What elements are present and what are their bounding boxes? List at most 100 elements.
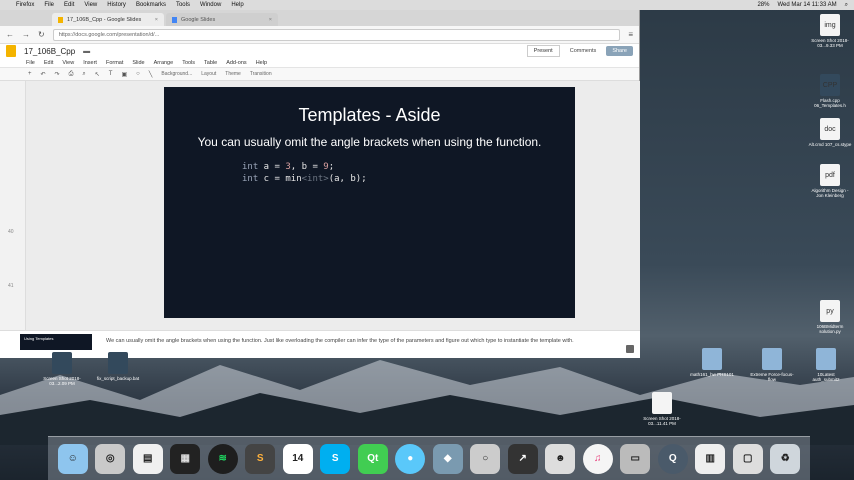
clock[interactable]: Wed Mar 14 11:33 AM (777, 2, 836, 9)
slide-title[interactable]: Templates - Aside (164, 105, 575, 126)
slide-subtitle[interactable]: You can usually omit the angle brackets … (164, 135, 575, 149)
dock-trash-icon[interactable]: ♻ (770, 443, 801, 474)
desktop-icon[interactable]: CPP Flash.cpp 06_Templates.h (808, 74, 852, 108)
desktop-icon[interactable]: doc Alt.cmd 107_cs.stype (808, 118, 852, 147)
share-button[interactable]: Share (606, 46, 633, 56)
dock-calendar-icon[interactable]: 14 (282, 443, 313, 474)
menu-history[interactable]: History (107, 2, 126, 8)
menu-file[interactable]: File (44, 2, 54, 8)
doc-menu-tools[interactable]: Tools (182, 60, 195, 66)
dock-app-icon[interactable]: ↗ (507, 443, 538, 474)
code-block[interactable]: int a = 3, b = 9; int c = min<int>(a, b)… (242, 161, 367, 185)
line-icon[interactable]: ╲ (149, 71, 153, 78)
doc-menu-insert[interactable]: Insert (83, 60, 97, 66)
shape-icon[interactable]: ○ (136, 71, 140, 77)
notes-text[interactable]: We can usually omit the angle brackets w… (106, 337, 606, 345)
desktop-icon[interactable]: Extreme Force-focus-flow (750, 348, 794, 382)
desktop-icon[interactable]: pdf Algorithm Design - Jon Kleinberg (808, 164, 852, 198)
forward-icon[interactable]: → (22, 30, 30, 39)
folder-icon[interactable]: ▬ (83, 48, 90, 55)
add-slide-icon[interactable]: + (28, 71, 32, 77)
dock-terminal-icon[interactable]: ▦ (170, 443, 201, 474)
slide-canvas[interactable]: Templates - Aside You can usually omit t… (164, 87, 575, 318)
doc-menu-help[interactable]: Help (256, 60, 267, 66)
desktop-icon[interactable]: Screen Shot 2018-03...2.09 PM (40, 352, 84, 386)
desktop-icon[interactable]: math161_hw PHS101 (690, 348, 734, 377)
dock-qt-icon[interactable]: Qt (357, 443, 388, 474)
dock-finder-icon[interactable]: ☺ (57, 443, 88, 474)
doc-menu-arrange[interactable]: Arrange (154, 60, 174, 66)
desktop-icon[interactable]: fix_script_backup.bat (96, 352, 140, 381)
menu-tools[interactable]: Tools (176, 2, 190, 8)
doc-menu-table[interactable]: Table (204, 60, 217, 66)
search-icon[interactable]: ⌕ (845, 2, 848, 9)
select-icon[interactable]: ↖ (95, 71, 100, 78)
document-icon: doc (820, 118, 840, 140)
dock-app-icon[interactable]: ☻ (545, 443, 576, 474)
doc-title[interactable]: 17_106B_Cpp (24, 47, 75, 56)
undo-icon[interactable]: ↶ (41, 71, 46, 78)
doc-menu-format[interactable]: Format (106, 60, 123, 66)
comments-button[interactable]: Comments (566, 46, 601, 56)
reload-icon[interactable]: ↻ (38, 30, 45, 39)
dock-messages-icon[interactable]: ● (395, 443, 426, 474)
folder-icon (762, 348, 782, 370)
image-file-icon (52, 352, 72, 374)
menu-window[interactable]: Window (200, 2, 221, 8)
explore-icon[interactable] (626, 345, 634, 353)
transition-button[interactable]: Transition (250, 71, 272, 77)
code-text: c = min (258, 174, 302, 184)
desktop-icon[interactable]: img Screen Shot 2018-03...9.33 PM (808, 14, 852, 48)
doc-menu-view[interactable]: View (62, 60, 74, 66)
doc-menu-addons[interactable]: Add-ons (226, 60, 247, 66)
close-tab-icon[interactable]: × (155, 17, 158, 23)
menu-icon[interactable]: ≡ (628, 30, 633, 39)
doc-menu-file[interactable]: File (26, 60, 35, 66)
menu-help[interactable]: Help (231, 2, 243, 8)
menu-firefox[interactable]: Firefox (16, 2, 34, 8)
doc-menu-edit[interactable]: Edit (44, 60, 53, 66)
cpp-file-icon: CPP (820, 74, 840, 96)
dock-notes-icon[interactable]: ▤ (132, 443, 163, 474)
menu-edit[interactable]: Edit (64, 2, 74, 8)
code-text: (a, b); (328, 174, 367, 184)
menu-bookmarks[interactable]: Bookmarks (136, 2, 166, 8)
doc-menu-slide[interactable]: Slide (132, 60, 144, 66)
dock-app-icon[interactable]: ▭ (620, 443, 651, 474)
dock-itunes-icon[interactable]: ♫ (582, 443, 613, 474)
notes-slide-thumbnail[interactable]: Using Templates (20, 334, 92, 350)
slides-favicon-icon (58, 16, 63, 23)
textbox-icon[interactable]: T (109, 71, 113, 77)
menu-view[interactable]: View (84, 2, 97, 8)
print-icon[interactable]: ⎙ (69, 71, 74, 78)
back-icon[interactable]: ← (6, 30, 14, 39)
desktop-icon[interactable]: 10Latest auth_submit2 (804, 348, 848, 382)
url-input[interactable]: https://docs.google.com/presentation/d/.… (52, 28, 621, 41)
tab-second[interactable]: Google Slides × (166, 13, 278, 26)
image-icon[interactable]: ▣ (121, 71, 127, 78)
desktop-icon[interactable]: py 106BMidterm solution.py (808, 300, 852, 334)
redo-icon[interactable]: ↷ (55, 71, 60, 78)
dock-sublime-icon[interactable]: S (245, 443, 276, 474)
slides-logo-icon[interactable] (6, 45, 16, 57)
dock-spotify-icon[interactable]: ≋ (207, 443, 238, 474)
dock-app-icon[interactable]: ○ (470, 443, 501, 474)
dock-quicktime-icon[interactable]: Q (657, 443, 688, 474)
layout-button[interactable]: Layout (201, 71, 216, 77)
tab-slides[interactable]: 17_106B_Cpp - Google Slides × (52, 13, 164, 26)
present-button[interactable]: Present (526, 45, 560, 57)
code-line-1: int a = 3, b = 9; (242, 161, 367, 173)
battery-status[interactable]: 28% (757, 2, 769, 9)
dock-app-icon[interactable]: ◆ (432, 443, 463, 474)
python-file-icon: py (820, 300, 840, 322)
dock-app-icon[interactable]: ▢ (732, 443, 763, 474)
zoom-icon[interactable]: ⌕ (82, 71, 85, 78)
dock-skype-icon[interactable]: S (320, 443, 351, 474)
close-tab-icon[interactable]: × (269, 17, 272, 23)
theme-button[interactable]: Theme (225, 71, 241, 77)
filmstrip[interactable]: 40 41 (0, 81, 26, 330)
dock-launchpad-icon[interactable]: ◎ (95, 443, 126, 474)
dock-app-icon[interactable]: ▥ (695, 443, 726, 474)
background-button[interactable]: Background... (161, 71, 192, 77)
desktop-icon[interactable]: Screen Shot 2018-03...11.41 PM (640, 392, 684, 426)
